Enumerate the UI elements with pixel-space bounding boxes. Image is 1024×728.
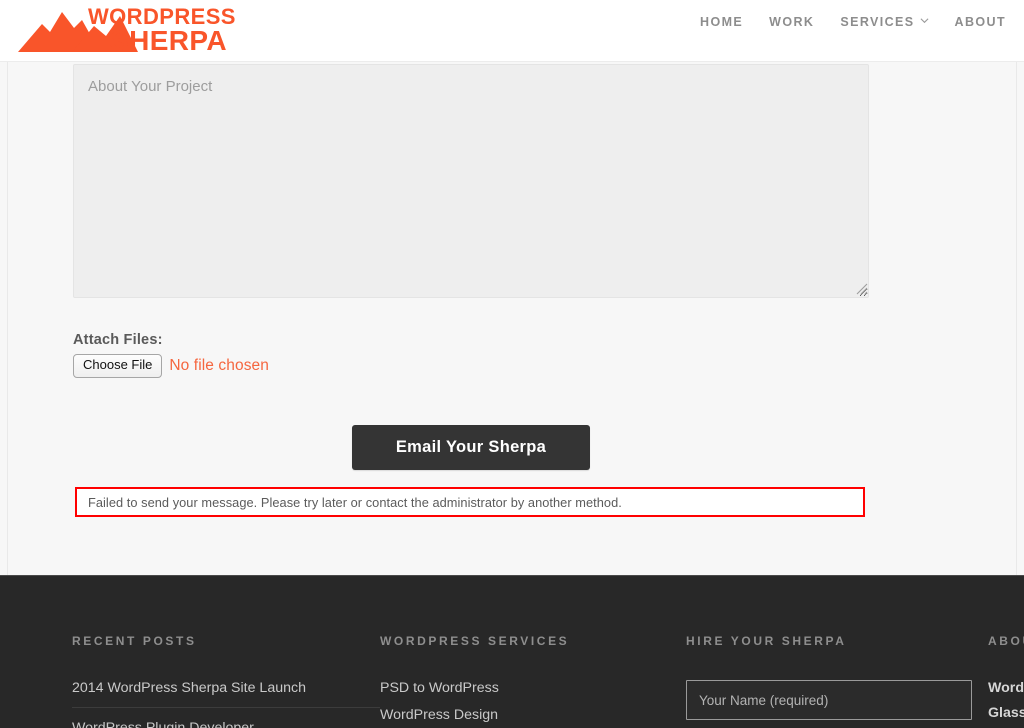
nav-item-services[interactable]: SERVICES xyxy=(840,12,929,33)
choose-file-button[interactable]: Choose File xyxy=(73,354,163,378)
footer-service-item[interactable]: WordPress Design xyxy=(380,707,686,723)
footer-your-name-input[interactable] xyxy=(686,680,972,720)
footer-column-recent-posts: RECENT POSTS 2014 WordPress Sherpa Site … xyxy=(72,576,380,728)
page-body: Attach Files: Choose File No file chosen… xyxy=(0,62,1024,575)
nav-item-work[interactable]: WORK xyxy=(769,12,814,33)
submit-row: Email Your Sherpa xyxy=(73,425,869,470)
footer-about-item[interactable]: Glass xyxy=(988,705,1024,721)
footer-columns: RECENT POSTS 2014 WordPress Sherpa Site … xyxy=(0,576,1024,728)
nav-label: HOME xyxy=(700,15,744,29)
footer-about-item[interactable]: WordPress xyxy=(988,680,1024,696)
mountain-icon: WORDPRESS SHERPA xyxy=(18,4,235,56)
main-navigation: HOME WORK SERVICES ABOUT xyxy=(700,12,1006,33)
footer-column-hire-your-sherpa: HIRE YOUR SHERPA xyxy=(686,576,988,728)
site-header: WORDPRESS SHERPA HOME WORK SERVICES ABOU… xyxy=(0,0,1024,62)
site-footer: RECENT POSTS 2014 WordPress Sherpa Site … xyxy=(0,575,1024,728)
content-container: Attach Files: Choose File No file chosen… xyxy=(7,62,1017,575)
nav-label: ABOUT xyxy=(954,15,1006,29)
nav-item-home[interactable]: HOME xyxy=(700,12,743,33)
chevron-down-icon xyxy=(920,16,929,25)
form-error-message: Failed to send your message. Please try … xyxy=(88,494,622,510)
footer-recent-post-item[interactable]: 2014 WordPress Sherpa Site Launch xyxy=(72,680,380,708)
nav-label: WORK xyxy=(769,15,815,29)
form-error-banner: Failed to send your message. Please try … xyxy=(75,487,865,517)
footer-service-item[interactable]: PSD to WordPress xyxy=(380,680,686,696)
footer-recent-post-item[interactable]: WordPress Plugin Developer xyxy=(72,720,380,728)
logo-line-2: SHERPA xyxy=(110,25,227,56)
attach-files-block: Attach Files: Choose File No file chosen xyxy=(73,332,573,378)
footer-column-title: ABOUT xyxy=(988,634,1024,648)
attach-files-label: Attach Files: xyxy=(73,332,163,348)
footer-column-title: WORDPRESS SERVICES xyxy=(380,634,570,648)
file-input-row: Choose File No file chosen xyxy=(73,354,573,378)
site-logo[interactable]: WORDPRESS SHERPA xyxy=(16,2,246,58)
file-chosen-status: No file chosen xyxy=(169,356,269,374)
footer-column-about: ABOUT WordPress Glass xyxy=(988,576,1024,728)
footer-column-wordpress-services: WORDPRESS SERVICES PSD to WordPress Word… xyxy=(380,576,686,728)
email-your-sherpa-submit-button[interactable]: Email Your Sherpa xyxy=(352,425,590,470)
project-description-textarea[interactable] xyxy=(73,64,869,298)
nav-label: SERVICES xyxy=(840,15,915,29)
footer-column-title: HIRE YOUR SHERPA xyxy=(686,634,847,648)
nav-item-about[interactable]: ABOUT xyxy=(955,12,1006,33)
footer-column-title: RECENT POSTS xyxy=(72,634,197,648)
